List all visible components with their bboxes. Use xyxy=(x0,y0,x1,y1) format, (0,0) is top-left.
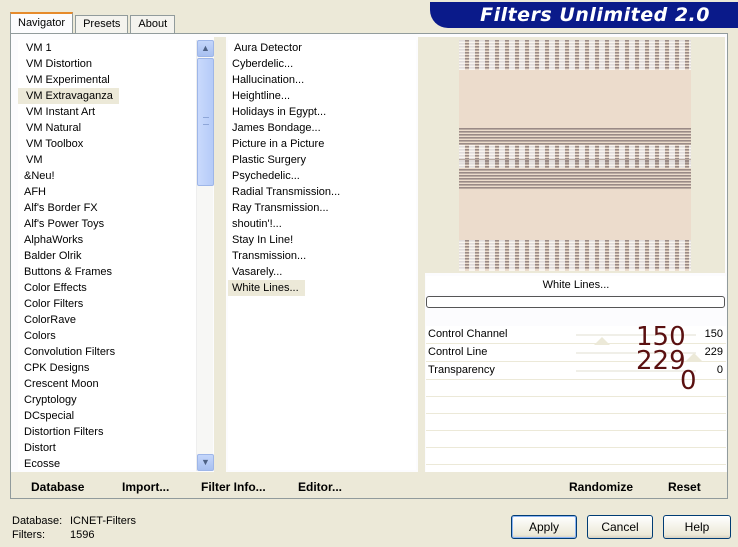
category-item[interactable]: VM Toolbox xyxy=(18,136,196,152)
filter-item[interactable]: shoutin'!... xyxy=(228,216,416,232)
category-item[interactable]: AFH xyxy=(18,184,196,200)
filters-count-value: 1596 xyxy=(70,529,95,541)
filter-item[interactable]: Aura Detector xyxy=(228,40,416,56)
category-item[interactable]: Color Effects xyxy=(18,280,196,296)
category-item[interactable]: DCspecial xyxy=(18,408,196,424)
control-label: Transparency xyxy=(428,364,495,376)
control-value: 150 xyxy=(704,328,723,340)
category-item[interactable]: Convolution Filters xyxy=(18,344,196,360)
control-overlay-value: 229 xyxy=(636,346,686,376)
category-item[interactable]: Alf's Power Toys xyxy=(18,216,196,232)
list-divider xyxy=(214,37,226,472)
filter-item[interactable]: Holidays in Egypt... xyxy=(228,104,416,120)
category-scrollbar[interactable]: ▲ ▼ xyxy=(196,40,214,471)
preview-image xyxy=(459,40,691,271)
category-item[interactable]: VM Instant Art xyxy=(18,104,196,120)
help-button[interactable]: Help xyxy=(663,515,731,539)
filter-item[interactable]: Transmission... xyxy=(228,248,416,264)
filter-item[interactable]: Picture in a Picture xyxy=(228,136,416,152)
scroll-up-icon[interactable]: ▲ xyxy=(197,40,214,57)
category-item[interactable]: VM Natural xyxy=(18,120,196,136)
category-item[interactable]: Distortion Filters xyxy=(18,424,196,440)
filter-item[interactable]: Plastic Surgery xyxy=(228,152,416,168)
randomize-button[interactable]: Randomize xyxy=(569,480,633,494)
tab-presets[interactable]: Presets xyxy=(75,15,129,34)
category-item[interactable]: VM Extravaganza xyxy=(18,88,119,104)
category-item[interactable]: Cryptology xyxy=(18,392,196,408)
database-value: ICNET-Filters xyxy=(70,515,136,527)
category-item[interactable]: CPK Designs xyxy=(18,360,196,376)
preview-svg xyxy=(459,40,691,271)
reset-button[interactable]: Reset xyxy=(668,480,701,494)
filter-info-button[interactable]: Filter Info... xyxy=(201,480,266,494)
category-item[interactable]: VM Distortion xyxy=(18,56,196,72)
filter-item[interactable]: James Bondage... xyxy=(228,120,416,136)
filter-item[interactable]: Cyberdelic... xyxy=(228,56,416,72)
panel-button-bar: Database Import... Filter Info... Editor… xyxy=(11,472,727,498)
category-item[interactable]: Balder Olrik xyxy=(18,248,196,264)
control-row-empty xyxy=(426,448,726,465)
filter-item[interactable]: Heightline... xyxy=(228,88,416,104)
control-value: 0 xyxy=(716,364,723,376)
category-item[interactable]: Alf's Border FX xyxy=(18,200,196,216)
category-item[interactable]: Color Filters xyxy=(18,296,196,312)
category-item[interactable]: VM xyxy=(18,152,196,168)
category-item[interactable]: Buttons & Frames xyxy=(18,264,196,280)
database-button[interactable]: Database xyxy=(31,480,84,494)
filter-item[interactable]: Radial Transmission... xyxy=(228,184,416,200)
tab-navigator[interactable]: Navigator xyxy=(10,12,74,34)
category-item[interactable]: &Neu! xyxy=(18,168,196,184)
control-overlay-value: 0 xyxy=(680,366,697,396)
category-item[interactable]: VM Experimental xyxy=(18,72,196,88)
slider-marker-icon[interactable] xyxy=(594,337,610,345)
category-item[interactable]: ColorRave xyxy=(18,312,196,328)
category-item[interactable]: Ecosse xyxy=(18,456,196,470)
tab-about[interactable]: About xyxy=(130,15,176,34)
category-item[interactable]: Crescent Moon xyxy=(18,376,196,392)
filter-item[interactable]: Vasarely... xyxy=(228,264,416,280)
filter-list[interactable]: Aura Detector Cyberdelic... Hallucination.… xyxy=(228,40,416,470)
app-title-banner: Filters Unlimited 2.0 xyxy=(430,2,738,28)
control-label: Control Channel xyxy=(428,328,508,340)
apply-button[interactable]: Apply xyxy=(511,515,577,539)
progress-bar xyxy=(426,296,725,308)
category-item[interactable]: AlphaWorks xyxy=(18,232,196,248)
category-list[interactable]: VM 1 VM Distortion VM Experimental VM Extra… xyxy=(18,40,196,470)
editor-button[interactable]: Editor... xyxy=(298,480,342,494)
filter-item[interactable]: White Lines... xyxy=(228,280,305,296)
control-row-empty xyxy=(426,414,726,431)
filter-item[interactable]: Ray Transmission... xyxy=(228,200,416,216)
tab-bar: Navigator Presets About xyxy=(10,12,177,34)
scroll-down-icon[interactable]: ▼ xyxy=(197,454,214,471)
category-item[interactable]: Colors xyxy=(18,328,196,344)
preview-filter-name: White Lines... xyxy=(426,276,726,294)
control-row-empty xyxy=(426,397,726,414)
control-label: Control Line xyxy=(428,346,488,358)
database-info: Database: ICNET-Filters Filters: 1596 xyxy=(12,514,136,542)
filter-item[interactable]: Psychedelic... xyxy=(228,168,416,184)
list-divider-right xyxy=(418,37,425,472)
category-item[interactable]: Distort xyxy=(18,440,196,456)
slider-marker-icon[interactable] xyxy=(686,353,702,361)
scroll-thumb[interactable] xyxy=(197,58,214,186)
category-item[interactable]: VM 1 xyxy=(18,40,196,56)
cancel-button[interactable]: Cancel xyxy=(587,515,653,539)
filter-item[interactable]: Stay In Line! xyxy=(228,232,416,248)
control-value: 229 xyxy=(704,346,723,358)
filters-count-label: Filters: xyxy=(12,529,45,541)
control-row-empty xyxy=(426,431,726,448)
import-button[interactable]: Import... xyxy=(122,480,169,494)
filter-item[interactable]: Hallucination... xyxy=(228,72,416,88)
database-label: Database: xyxy=(12,515,63,527)
